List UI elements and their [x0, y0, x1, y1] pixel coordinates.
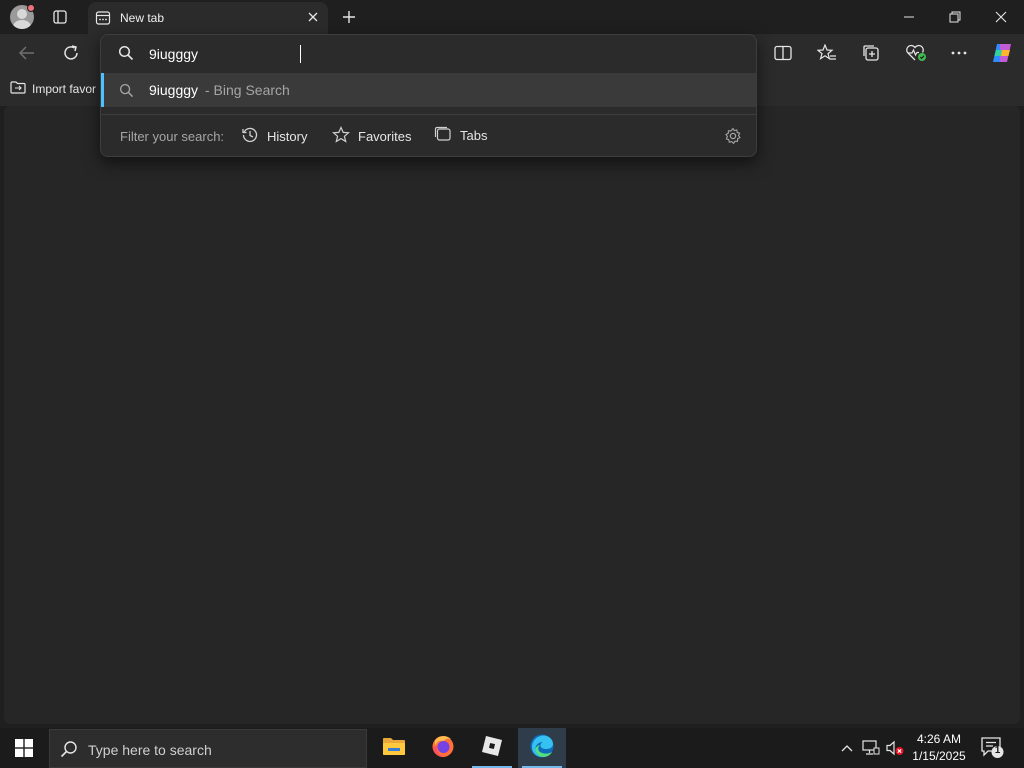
filter-tabs-button[interactable]: Tabs: [434, 126, 487, 145]
selection-accent: [101, 73, 104, 107]
tab-title: New tab: [120, 11, 165, 25]
taskbar-search-box[interactable]: Type here to search: [49, 729, 367, 768]
edge-icon: [529, 733, 555, 764]
import-icon: [10, 80, 26, 97]
browser-essentials-icon[interactable]: [904, 43, 928, 63]
network-icon[interactable]: [860, 728, 882, 768]
filter-history-button[interactable]: History: [241, 126, 307, 147]
search-icon: [119, 83, 134, 103]
address-bar[interactable]: [101, 35, 756, 73]
new-tab-page-icon: [95, 10, 111, 31]
search-icon: [60, 740, 78, 763]
notification-center-icon[interactable]: 1: [980, 736, 1006, 765]
back-icon[interactable]: [16, 43, 38, 63]
close-tab-icon[interactable]: [306, 10, 320, 29]
split-screen-icon[interactable]: [772, 43, 794, 63]
address-bar-dropdown: 9iugggy - Bing Search Filter your search…: [100, 34, 757, 157]
close-window-icon[interactable]: [978, 0, 1024, 34]
taskbar: Type here to search 4:26 AM 1/15/2025 1: [0, 728, 1024, 768]
filter-label: Filter your search:: [120, 129, 225, 144]
minimize-icon[interactable]: [886, 0, 932, 34]
windows-start-icon[interactable]: [0, 728, 48, 768]
clock-time: 4:26 AM: [916, 732, 962, 746]
taskbar-microsoft-edge[interactable]: [518, 728, 566, 768]
notification-count: 1: [994, 745, 1001, 756]
filter-favorites-button[interactable]: Favorites: [332, 126, 411, 147]
tabs-icon: [434, 126, 452, 145]
volume-muted-icon[interactable]: [884, 728, 906, 768]
new-tab-page-content: [4, 106, 1020, 724]
taskbar-firefox[interactable]: [419, 728, 467, 768]
filter-history-label: History: [267, 129, 308, 144]
star-icon: [332, 126, 350, 147]
collections-icon[interactable]: [860, 43, 882, 63]
roblox-icon: [481, 735, 503, 762]
tab-actions-icon[interactable]: [50, 8, 70, 26]
search-icon: [118, 45, 134, 66]
title-bar: New tab: [0, 0, 1024, 34]
folder-icon: [382, 736, 406, 761]
suggestion-source: - Bing Search: [205, 82, 290, 98]
refresh-icon[interactable]: [60, 42, 82, 64]
system-clock[interactable]: 4:26 AM 1/15/2025: [906, 731, 972, 765]
history-icon: [241, 126, 259, 147]
show-hidden-icons-icon[interactable]: [836, 728, 858, 768]
taskbar-search-placeholder: Type here to search: [88, 742, 212, 758]
filter-favorites-label: Favorites: [358, 129, 412, 144]
clock-date: 1/15/2025: [912, 749, 966, 763]
suggestion-text: 9iugggy: [149, 82, 199, 98]
import-favorites-button[interactable]: Import favor: [10, 80, 96, 97]
more-options-icon[interactable]: [948, 43, 970, 63]
copilot-icon[interactable]: [989, 41, 1015, 65]
filter-tabs-label: Tabs: [460, 128, 488, 143]
gear-icon[interactable]: [724, 127, 742, 150]
tab-new-tab[interactable]: New tab: [88, 2, 328, 34]
firefox-icon: [431, 734, 455, 763]
new-tab-icon[interactable]: [338, 6, 360, 28]
taskbar-roblox[interactable]: [468, 728, 516, 768]
profile-notification-dot: [27, 4, 35, 12]
text-caret: [300, 45, 301, 63]
import-favorites-label: Import favor: [32, 81, 97, 96]
suggestion-bing-search[interactable]: 9iugggy - Bing Search: [101, 73, 756, 107]
favorites-icon[interactable]: [816, 43, 838, 63]
address-input[interactable]: [149, 43, 739, 65]
search-filter-row: Filter your search: History Favorites Ta…: [101, 115, 756, 156]
restore-icon[interactable]: [932, 0, 978, 34]
taskbar-file-explorer[interactable]: [370, 728, 418, 768]
